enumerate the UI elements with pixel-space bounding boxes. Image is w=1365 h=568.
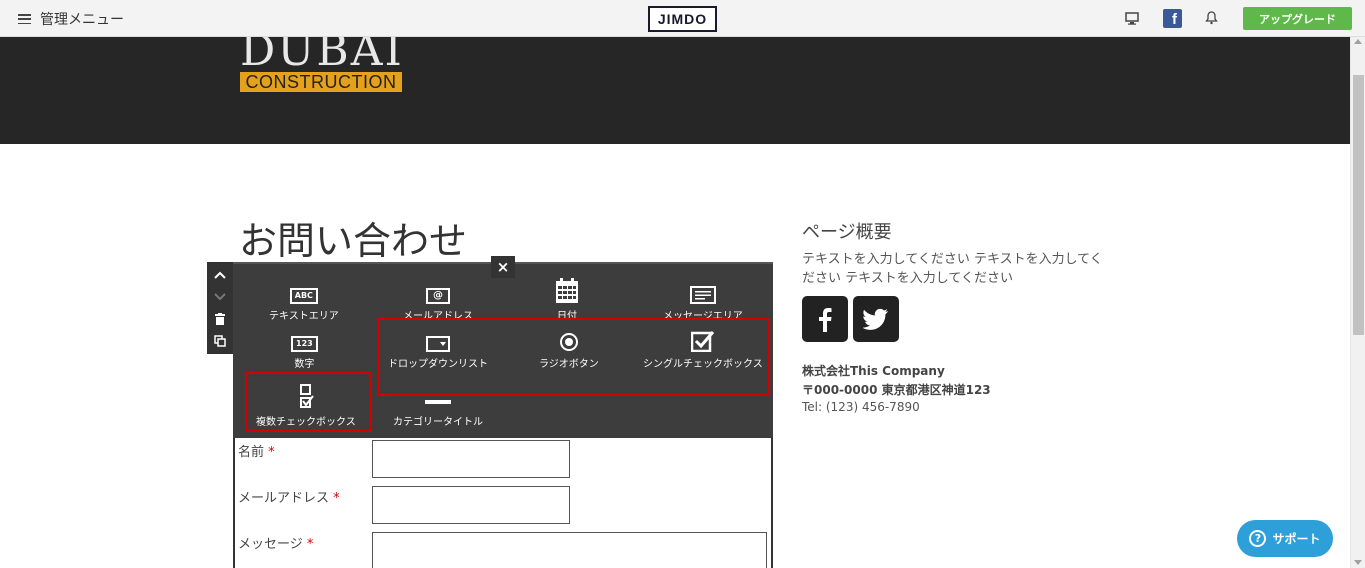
delete-button[interactable] <box>207 308 233 330</box>
multi-checkbox-icon <box>298 384 314 410</box>
scroll-up-arrow-icon[interactable] <box>1354 39 1362 44</box>
site-name[interactable]: DUBAI <box>240 37 404 76</box>
move-up-button[interactable] <box>207 264 233 286</box>
duplicate-button[interactable] <box>207 330 233 352</box>
desktop-icon[interactable] <box>1123 9 1141 27</box>
sidebar-title[interactable]: ページ概要 <box>802 218 892 244</box>
twitter-icon <box>863 308 888 330</box>
tool-multi-checkbox[interactable]: 複数チェックボックス <box>256 384 356 428</box>
element-tool-strip <box>207 262 233 354</box>
sidebar-text[interactable]: テキストを入力してください テキストを入力してください テキストを入力してくださ… <box>802 250 1112 288</box>
form-element-panel: ABC テキストエリア @ メールアドレス 日付 メッセージエリア 123 数字… <box>233 262 773 438</box>
hamburger-icon <box>18 14 31 24</box>
site-header: DUBAI CONSTRUCTION <box>0 37 1350 144</box>
admin-menu-button[interactable]: 管理メニュー <box>18 9 124 29</box>
tool-dropdown[interactable]: ドロップダウンリスト <box>388 332 488 370</box>
support-label: サポート <box>1272 532 1321 546</box>
message-textarea[interactable] <box>372 532 767 568</box>
page-scrollbar[interactable] <box>1350 37 1365 568</box>
email-input[interactable] <box>372 486 570 524</box>
support-button[interactable]: ? サポート <box>1237 520 1333 557</box>
facebook-icon[interactable]: f <box>1163 9 1182 28</box>
category-title-icon <box>425 384 451 410</box>
checkbox-icon <box>690 330 715 352</box>
twitter-share-button[interactable] <box>853 296 899 342</box>
facebook-share-button[interactable] <box>802 296 848 342</box>
message-label: メッセージ * <box>238 537 314 552</box>
facebook-icon <box>819 308 832 332</box>
upgrade-button[interactable]: アップグレード <box>1243 7 1352 30</box>
number-icon: 123 <box>291 332 318 352</box>
company-tel[interactable]: Tel: (123) 456-7890 <box>802 400 920 414</box>
bell-icon[interactable] <box>1202 9 1220 27</box>
tool-message-area[interactable]: メッセージエリア <box>663 280 743 322</box>
tool-category-title[interactable]: カテゴリータイトル <box>393 384 483 428</box>
tool-date[interactable]: 日付 <box>555 276 579 322</box>
name-input[interactable] <box>372 440 570 478</box>
message-area-icon <box>689 280 716 304</box>
move-down-button[interactable] <box>207 286 233 308</box>
tool-text-area[interactable]: ABC テキストエリア <box>269 280 339 322</box>
tool-email[interactable]: @ メールアドレス <box>403 280 473 322</box>
copy-icon <box>214 335 226 347</box>
calendar-icon <box>555 276 579 304</box>
close-panel-button[interactable]: × <box>491 256 515 278</box>
page-title[interactable]: お問い合わせ <box>239 210 467 265</box>
top-admin-bar: 管理メニュー JIMDO f アップグレード <box>0 0 1365 37</box>
chevron-up-icon <box>214 271 226 279</box>
radio-icon <box>559 332 579 352</box>
dropdown-icon <box>426 332 450 352</box>
tool-radio-button[interactable]: ラジオボタン <box>539 332 599 370</box>
tool-single-checkbox[interactable]: シングルチェックボックス <box>643 330 763 370</box>
trash-icon <box>215 313 225 325</box>
abc-icon: ABC <box>289 280 318 304</box>
chevron-down-icon <box>214 293 226 301</box>
name-label: 名前 * <box>238 445 275 460</box>
question-icon: ? <box>1249 530 1267 547</box>
site-tagline[interactable]: CONSTRUCTION <box>240 72 402 92</box>
scroll-down-arrow-icon[interactable] <box>1354 560 1362 565</box>
tool-number[interactable]: 123 数字 <box>291 332 318 370</box>
at-icon: @ <box>426 280 450 304</box>
email-label: メールアドレス * <box>238 491 340 506</box>
company-name[interactable]: 株式会社This Company <box>802 362 945 381</box>
jimdo-logo[interactable]: JIMDO <box>648 6 717 32</box>
scroll-thumb[interactable] <box>1353 75 1364 335</box>
company-address[interactable]: 〒000-0000 東京都港区神道123 <box>802 381 991 398</box>
admin-menu-label: 管理メニュー <box>40 12 124 28</box>
